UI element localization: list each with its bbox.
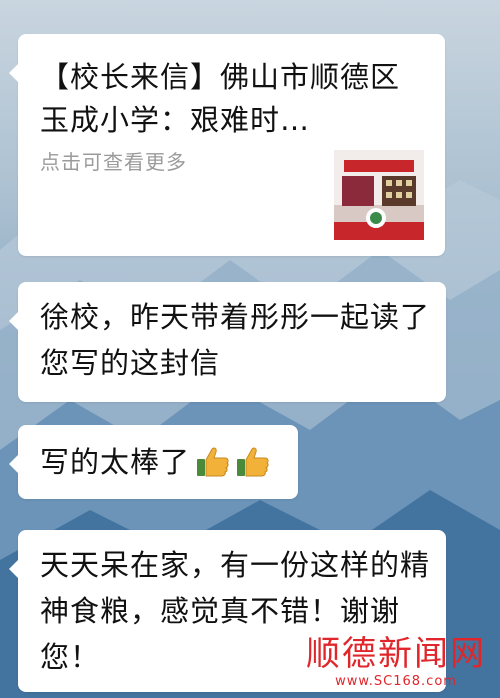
watermark: 顺德新闻网 www.SC168.com (306, 634, 486, 690)
message-bubble: 徐校，昨天带着彤彤一起读了您写的这封信 (9, 282, 446, 402)
watermark-title: 顺德新闻网 (306, 634, 486, 674)
thumbs-up-icon (234, 444, 270, 493)
message-bubble: 写的太棒了 (9, 425, 298, 499)
article-title: 【校长来信】佛山市顺德区玉成小学：艰难时… (40, 60, 401, 137)
view-more-hint: 点击可查看更多 (40, 150, 187, 174)
article-card[interactable]: 【校长来信】佛山市顺德区玉成小学：艰难时… 点击可查看更多 (9, 34, 445, 256)
message-text-content: 写的太棒了 (40, 445, 191, 479)
message-text: 徐校，昨天带着彤彤一起读了您写的这封信 (40, 300, 431, 380)
watermark-url: www.SC168.com (335, 674, 457, 689)
thumbs-up-icon (194, 444, 230, 493)
message-text: 写的太棒了 (40, 439, 270, 493)
article-thumbnail (334, 150, 424, 240)
